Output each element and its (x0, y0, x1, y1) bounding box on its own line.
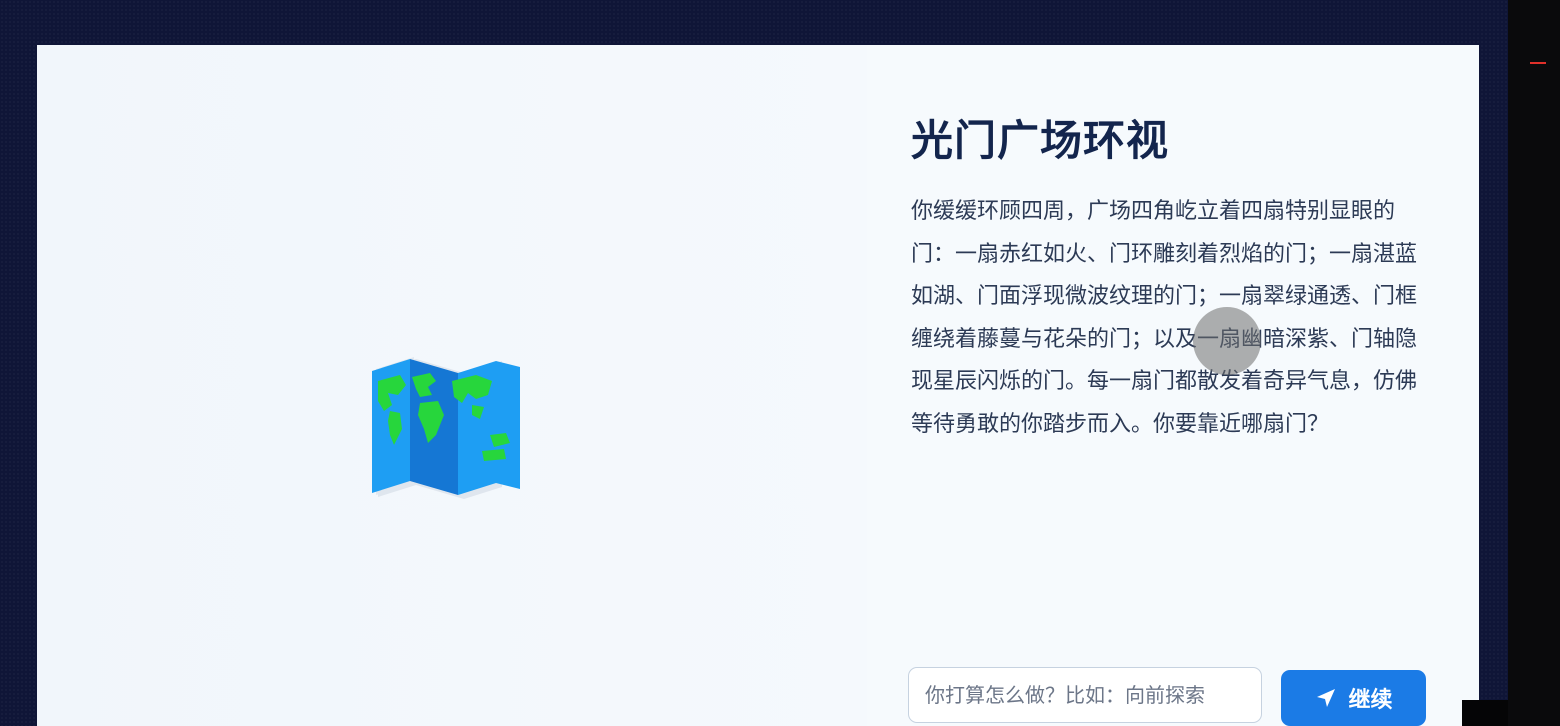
action-input[interactable] (908, 667, 1262, 723)
background-strip (1508, 0, 1560, 726)
paper-plane-icon (1317, 689, 1336, 707)
scene-description: 你缓缓环顾四周，广场四角屹立着四扇特别显眼的门：一扇赤红如火、门环雕刻着烈焰的门… (911, 199, 1418, 437)
red-indicator (1530, 62, 1546, 64)
world-map-icon (372, 357, 520, 499)
touch-cursor (1193, 307, 1261, 375)
continue-button-label: 继续 (1348, 688, 1393, 713)
scene-title: 光门广场环视 (911, 116, 1170, 165)
scene-image-panel (37, 45, 867, 726)
story-panel: 光门广场环视 你缓缓环顾四周，广场四角屹立着四扇特别显眼的门：一扇赤红如火、门环… (867, 45, 1479, 726)
continue-button[interactable]: 继续 (1281, 670, 1426, 726)
background-corner (1462, 700, 1508, 726)
game-screen: 光门广场环视 你缓缓环顾四周，广场四角屹立着四扇特别显眼的门：一扇赤红如火、门环… (37, 45, 1479, 726)
